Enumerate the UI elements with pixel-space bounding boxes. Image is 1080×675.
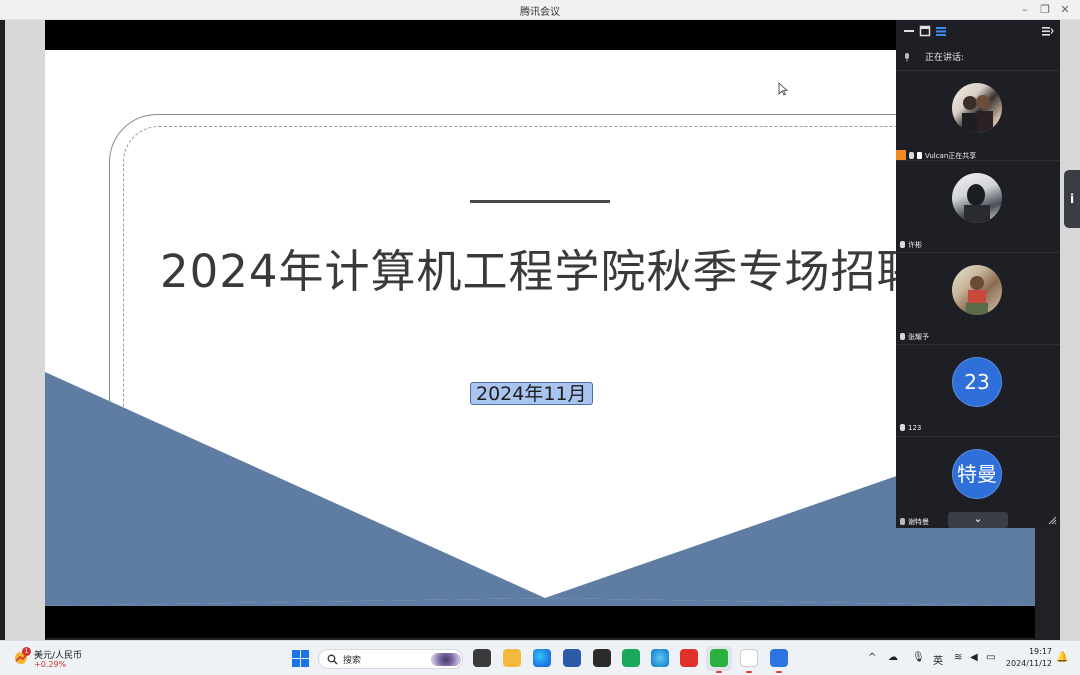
participant-name: 许彬 [900, 240, 922, 250]
running-indicator [716, 671, 722, 673]
restore-icon[interactable]: ❐ [1036, 2, 1054, 17]
qq-icon[interactable] [740, 649, 758, 667]
collapse-panel-icon[interactable] [1040, 24, 1054, 38]
running-indicator [776, 671, 782, 673]
slide-title-rule [470, 200, 610, 203]
slide-blue-shapes [45, 372, 1035, 606]
participant-tile[interactable]: Vulcan正在共享 [896, 70, 1060, 160]
battery-icon[interactable]: ▭ [986, 652, 995, 663]
mic-icon [900, 241, 905, 248]
screen-share-icon [896, 150, 906, 160]
edge-browser-icon[interactable] [533, 649, 551, 667]
window-title: 腾讯会议 [520, 7, 560, 18]
shield-icon [917, 152, 922, 159]
panel-toolbar [896, 20, 1060, 42]
windows-start-icon[interactable] [292, 650, 309, 667]
participant-name: 谢特曼 [900, 517, 929, 527]
stage-left-margin [5, 20, 45, 640]
clock-date[interactable]: 2024/11/12 [1005, 659, 1052, 668]
mic-icon [900, 424, 905, 431]
window-titlebar: 腾讯会议 – ❐ ✕ [0, 0, 1080, 20]
clock-time[interactable]: 19:17 [1010, 647, 1052, 656]
ime-indicator[interactable]: 英 [933, 652, 943, 667]
stage-right-margin [1060, 20, 1080, 640]
participant-tile[interactable]: 张耀予 [896, 252, 1060, 342]
share-letterbox-top [45, 20, 896, 50]
windows-taskbar: 1 美元/人民币 +0.29% 搜索 ^ ☁ 🎙 英 ≋ ◀ ▭ 19:17 2… [0, 640, 1080, 675]
cloud-icon[interactable]: ☁ [888, 652, 898, 663]
wifi-icon[interactable]: ≋ [954, 652, 962, 663]
resize-grip-icon[interactable] [1048, 516, 1057, 525]
notification-bell-icon[interactable]: 🔔 [1056, 652, 1068, 663]
speaking-mic-icon [905, 53, 909, 62]
volume-icon[interactable]: ◀ [970, 652, 978, 663]
share-letterbox-bottom [45, 606, 1035, 638]
taskbar-search-box[interactable]: 搜索 [318, 649, 463, 669]
store-icon[interactable] [563, 649, 581, 667]
list-view-icon[interactable] [934, 24, 948, 38]
mic-muted-icon [900, 518, 905, 525]
notification-badge: 1 [22, 647, 31, 656]
tencent-meeting-icon[interactable] [770, 649, 788, 667]
window-mode-icon[interactable] [918, 24, 932, 38]
task-view-icon[interactable] [473, 649, 491, 667]
fx-change-label: +0.29% [34, 660, 67, 669]
avatar [952, 265, 1002, 315]
search-highlight-image [431, 653, 461, 666]
microphone-icon[interactable]: 🎙 [912, 652, 925, 663]
search-icon [327, 654, 338, 665]
minimize-icon[interactable]: – [1016, 2, 1034, 17]
shared-slide: 2024年计算机工程学院秋季专场招聘 2024年11月 [45, 50, 1035, 606]
expand-list-button[interactable]: ⌄ [948, 512, 1008, 528]
participant-name: 123 [900, 424, 921, 432]
file-explorer-icon[interactable] [503, 649, 521, 667]
mouse-cursor-icon [778, 82, 788, 96]
wechat-icon[interactable] [710, 649, 728, 667]
avatar: 特曼 [952, 449, 1002, 499]
side-panel-handle[interactable]: i [1064, 170, 1080, 228]
browser-icon[interactable] [651, 649, 669, 667]
avatar: 23 [952, 357, 1002, 407]
search-placeholder: 搜索 [343, 656, 362, 666]
participant-tile[interactable]: 许彬 [896, 160, 1060, 250]
close-icon[interactable]: ✕ [1056, 2, 1074, 17]
info-icon: i [1069, 192, 1075, 206]
app-icon[interactable] [593, 649, 611, 667]
mic-icon [900, 333, 905, 340]
participant-name: 张耀予 [900, 332, 929, 342]
running-indicator [746, 671, 752, 673]
slide-date: 2024年11月 [470, 382, 593, 405]
speaking-label: 正在讲话: [925, 53, 965, 63]
wps-office-icon[interactable] [680, 649, 698, 667]
mic-icon [909, 152, 914, 159]
participant-tile[interactable]: 23 123 [896, 344, 1060, 434]
avatar [952, 83, 1002, 133]
app-icon[interactable] [622, 649, 640, 667]
tray-overflow-icon[interactable]: ^ [868, 652, 876, 663]
avatar [952, 173, 1002, 223]
minimize-panel-icon[interactable] [902, 24, 916, 38]
participants-panel: 正在讲话: Vulcan正在共享 许彬 张耀予 23 123 特曼 谢特曼 ⌄ [896, 20, 1060, 528]
